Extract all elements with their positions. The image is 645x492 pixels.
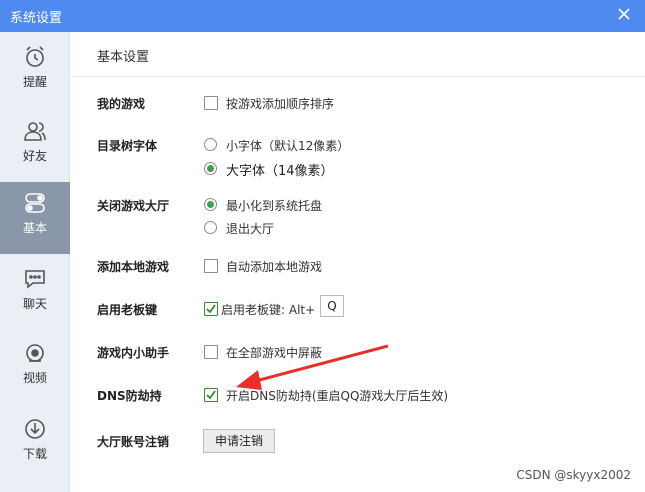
page-title: 基本设置 <box>97 50 150 65</box>
title-bar: 系统设置 <box>0 0 645 32</box>
close-lobby-label: 关闭游戏大厅 <box>97 199 170 213</box>
small-font-radio[interactable] <box>204 138 217 151</box>
alarm-clock-icon <box>23 45 47 69</box>
sidebar: 提醒 好友 基本 聊天 视频 下载 <box>0 32 70 492</box>
my-games-label: 我的游戏 <box>97 97 146 111</box>
chat-bubble-icon <box>23 267 47 291</box>
dns-protection-text: 开启DNS防劫持(重启QQ游戏大厅后生效) <box>226 389 449 403</box>
assistant-label: 游戏内小助手 <box>97 346 170 360</box>
sidebar-item-label: 下载 <box>22 447 47 461</box>
boss-key-input[interactable]: Q <box>320 295 344 317</box>
add-local-label: 添加本地游戏 <box>97 260 170 274</box>
block-all-games-text: 在全部游戏中屏蔽 <box>226 346 323 360</box>
sidebar-item-label: 提醒 <box>22 75 47 89</box>
exit-lobby-text: 退出大厅 <box>226 222 275 236</box>
close-icon[interactable] <box>615 5 633 23</box>
boss-key-checkbox[interactable] <box>204 302 218 316</box>
auto-add-local-checkbox[interactable] <box>204 259 218 273</box>
panel-header: 基本设置 <box>71 32 645 77</box>
exit-lobby-radio[interactable] <box>204 221 217 234</box>
video-camera-icon <box>23 341 47 365</box>
small-font-text: 小字体（默认12像素） <box>226 139 350 153</box>
sidebar-item-video[interactable]: 视频 <box>0 332 70 404</box>
block-all-games-checkbox[interactable] <box>204 345 218 359</box>
check-icon <box>206 304 216 314</box>
boss-key-label: 启用老板键 <box>97 303 158 317</box>
download-icon <box>23 417 47 441</box>
friends-icon <box>23 119 47 143</box>
minimize-tray-radio[interactable] <box>204 198 217 211</box>
sidebar-item-basic[interactable]: 基本 <box>0 182 70 254</box>
boss-key-text: 启用老板键: Alt+ <box>221 303 316 317</box>
sidebar-item-chat[interactable]: 聊天 <box>0 258 70 330</box>
sidebar-item-label: 视频 <box>22 371 47 385</box>
check-icon <box>206 390 216 400</box>
sort-by-added-text: 按游戏添加顺序排序 <box>226 97 335 111</box>
sort-by-added-checkbox[interactable] <box>204 96 218 110</box>
watermark: CSDN @skyyx2002 <box>516 468 631 482</box>
auto-add-local-text: 自动添加本地游戏 <box>226 260 323 274</box>
large-font-radio[interactable] <box>204 162 217 175</box>
large-font-text: 大字体（14像素） <box>226 164 334 179</box>
sidebar-item-friends[interactable]: 好友 <box>0 110 70 182</box>
account-label: 大厅账号注销 <box>97 435 170 449</box>
sidebar-item-download[interactable]: 下载 <box>0 408 70 480</box>
settings-panel: 基本设置 我的游戏 按游戏添加顺序排序 目录树字体 小字体（默认12像素） 大字… <box>71 32 645 492</box>
dns-label: DNS防劫持 <box>97 389 162 403</box>
window-title: 系统设置 <box>10 11 63 26</box>
minimize-tray-text: 最小化到系统托盘 <box>226 199 323 213</box>
sidebar-item-reminder[interactable]: 提醒 <box>0 36 70 108</box>
tree-font-label: 目录树字体 <box>97 139 158 153</box>
sidebar-item-label: 基本 <box>22 221 47 235</box>
dns-protection-checkbox[interactable] <box>204 388 218 402</box>
apply-deregister-button[interactable]: 申请注销 <box>203 429 275 453</box>
toggle-settings-icon <box>23 191 47 215</box>
sidebar-item-label: 好友 <box>22 149 47 163</box>
sidebar-item-label: 聊天 <box>22 297 47 311</box>
